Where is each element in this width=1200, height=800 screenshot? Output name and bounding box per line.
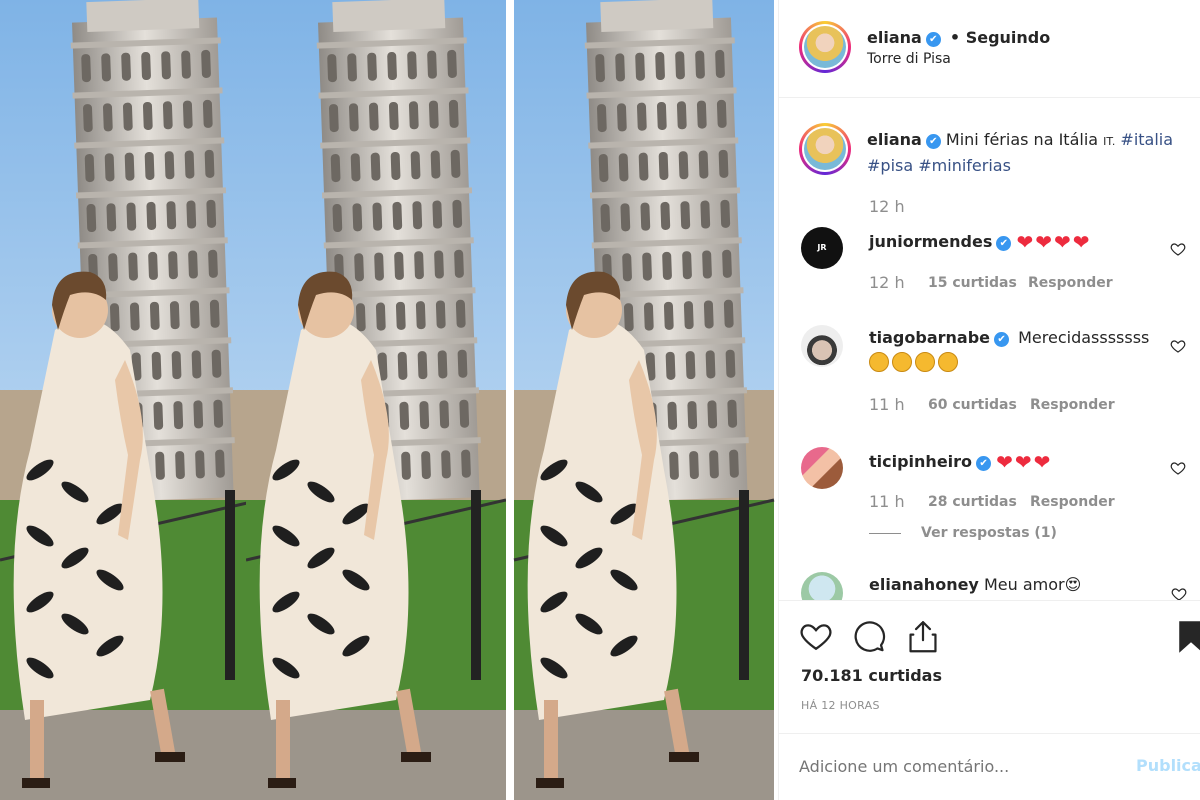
hashtag-link[interactable]: #italia (1120, 130, 1173, 149)
like-comment-icon[interactable] (1170, 460, 1186, 476)
hearts-emoji: ❤❤❤❤ (1016, 230, 1092, 254)
heart-eyes-emoji: 😍 (1064, 575, 1082, 594)
reply-button[interactable]: Responder (1028, 275, 1113, 291)
author-avatar[interactable] (799, 21, 851, 73)
comment-input[interactable] (799, 752, 1129, 780)
author-username[interactable]: eliana (867, 28, 922, 47)
clap-emoji (892, 352, 912, 372)
like-comment-icon[interactable] (1170, 338, 1186, 354)
hearts-emoji: ❤❤❤ (996, 450, 1053, 474)
photo-panel (0, 0, 260, 800)
post-sidebar: eliana ✔ • Seguindo Torre di Pisa eliana ✔… (778, 0, 1200, 800)
view-replies-button[interactable]: Ver respostas (1) (921, 525, 1057, 541)
reply-button[interactable]: Responder (1030, 397, 1115, 413)
comment-text: Merecidasssssss (1018, 328, 1150, 347)
divider (779, 733, 1200, 734)
divider (779, 600, 1200, 601)
reply-button[interactable]: Responder (1030, 494, 1115, 510)
comment-time: 12 h (869, 273, 905, 292)
comment-username[interactable]: elianahoney (869, 575, 979, 594)
commenter-avatar[interactable] (801, 572, 843, 600)
comment-partial: elianahoney Meu amor😍 (779, 560, 1200, 600)
photo-panel (246, 0, 506, 800)
comment-username[interactable]: tiagobarnabe (869, 328, 990, 347)
verified-icon: ✔ (996, 236, 1012, 251)
clap-emoji-group (869, 352, 961, 372)
pisa-tower-photo (0, 0, 260, 800)
comment-icon[interactable] (852, 619, 886, 653)
likes-count[interactable]: 70.181 curtidas (801, 666, 942, 685)
comment-username[interactable]: juniormendes (869, 232, 992, 251)
publish-button[interactable]: Publicar (1136, 756, 1200, 775)
comment-text: Meu amor (983, 575, 1065, 594)
caption-avatar[interactable] (799, 123, 851, 175)
like-comment-icon[interactable] (1170, 241, 1186, 257)
comment-time: 11 h (869, 395, 905, 414)
comment-likes[interactable]: 60 curtidas (928, 397, 1017, 413)
bookmark-icon[interactable] (1177, 620, 1200, 654)
comment-username[interactable]: ticipinheiro (869, 452, 972, 471)
verified-icon: ✔ (976, 456, 992, 471)
hashtag-link[interactable]: #pisa (867, 156, 913, 175)
photo-panel (510, 0, 778, 800)
location-link[interactable]: Torre di Pisa (867, 51, 951, 67)
comment-likes[interactable]: 15 curtidas (928, 275, 1017, 291)
comment-likes[interactable]: 28 curtidas (928, 494, 1017, 510)
like-comment-icon[interactable] (1171, 586, 1187, 600)
post-timestamp: HÁ 12 HORAS (801, 699, 880, 712)
caption-time: 12 h (869, 197, 905, 216)
follow-status[interactable]: • Seguindo (950, 28, 1050, 47)
verified-icon: ✔ (925, 32, 941, 47)
heart-icon[interactable] (799, 619, 833, 653)
clap-emoji (915, 352, 935, 372)
verified-icon: ✔ (925, 134, 941, 149)
post-photo[interactable] (0, 0, 778, 800)
divider (779, 97, 1200, 98)
replies-line (869, 533, 901, 534)
caption-flag: IT. (1103, 135, 1116, 148)
share-icon[interactable] (906, 618, 940, 654)
pisa-tower-photo (513, 0, 775, 800)
caption-text: Mini férias na Itália (945, 130, 1104, 149)
caption-username[interactable]: eliana (867, 130, 922, 149)
clap-emoji (869, 352, 889, 372)
verified-icon: ✔ (994, 332, 1010, 347)
commenter-avatar[interactable] (801, 325, 843, 367)
commenter-avatar[interactable] (801, 447, 843, 489)
pisa-tower-photo (246, 0, 506, 800)
commenter-avatar[interactable]: JR MENDES (801, 227, 843, 269)
clap-emoji (938, 352, 958, 372)
hashtag-link[interactable]: #miniferias (918, 156, 1011, 175)
comment-time: 11 h (869, 492, 905, 511)
